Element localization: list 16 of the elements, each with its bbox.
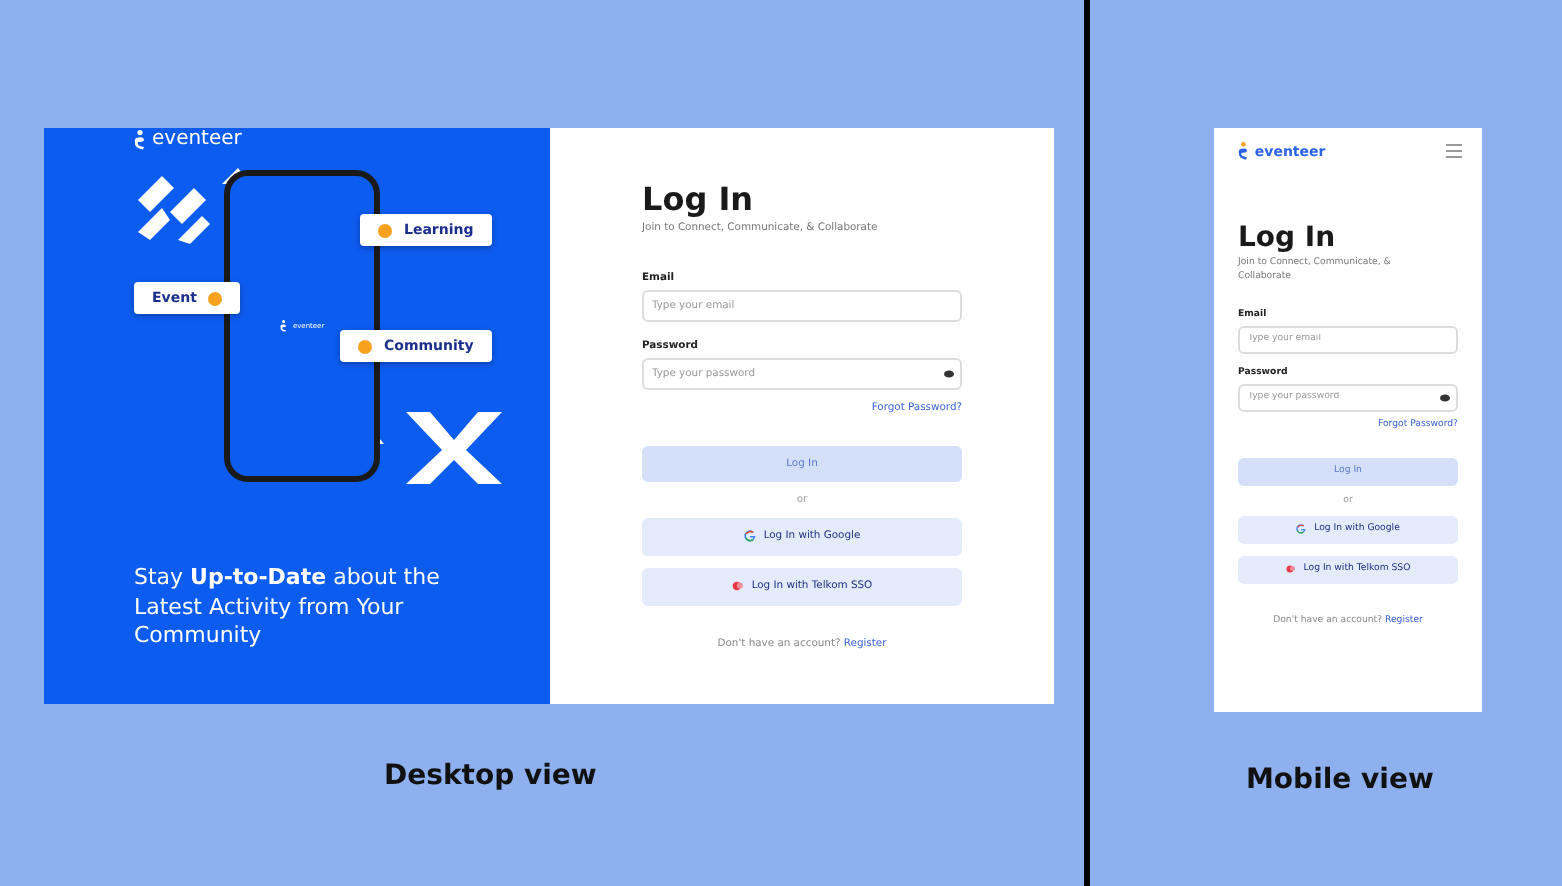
sso-icon: [1285, 564, 1296, 575]
logo-icon: [279, 320, 287, 332]
google-icon: [743, 530, 756, 543]
view-caption: Mobile view: [1246, 764, 1434, 796]
logo-icon: [1238, 142, 1249, 160]
logo-icon: [134, 129, 146, 149]
menu-icon[interactable]: [1446, 144, 1462, 158]
eye-icon[interactable]: [1440, 393, 1450, 402]
view-caption: Desktop view: [384, 760, 597, 792]
google-icon: [1296, 524, 1307, 535]
login-title: Log In: [642, 180, 756, 218]
brand-name: eventeer: [152, 128, 242, 150]
login-title: Log In: [1238, 222, 1338, 254]
tagline: Stay Up-to-Date about the Latest Activity from Your Community: [134, 564, 442, 651]
eye-icon[interactable]: [944, 369, 954, 378]
sso-icon: [731, 580, 744, 593]
